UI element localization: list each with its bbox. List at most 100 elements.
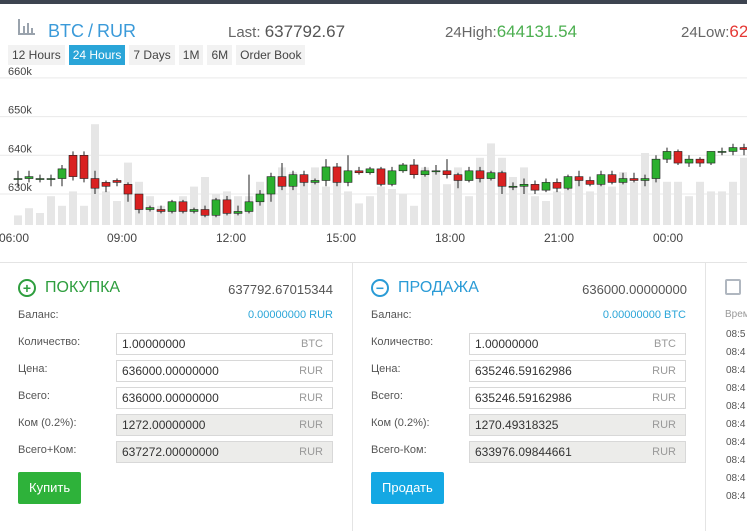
buy-total-input[interactable]: 636000.00000000 RUR — [116, 387, 333, 409]
trade-history-panel: Врем 08:5 08:4 08:4 08:4 08:4 08:4 08:4 … — [706, 262, 747, 531]
sell-panel: − ПРОДАЖА 636000.00000000 Баланс: 0.0000… — [353, 262, 706, 531]
history-time: 08:5 — [726, 329, 746, 340]
candle-down — [442, 170, 452, 175]
sell-total-fee-value: 633976.09844661 — [475, 445, 572, 459]
candle-down — [530, 184, 540, 191]
buy-fee-row: Ком (0.2%): 1272.00000000 RUR — [18, 414, 333, 436]
plus-circle-icon: + — [18, 279, 36, 297]
sell-total-fee-label: Всего-Ком: — [371, 444, 427, 456]
candle-up — [541, 182, 551, 191]
buy-best-price: 637792.67015344 — [228, 282, 333, 297]
volume-bar — [531, 196, 539, 225]
candle-down — [178, 201, 188, 212]
candle-up — [35, 178, 45, 180]
sell-total-fee-row: Всего-Ком: 633976.09844661 RUR — [371, 441, 686, 463]
buy-total-value: 636000.00000000 — [122, 391, 219, 405]
candle-down — [200, 209, 210, 216]
x-tick-label: 21:00 — [544, 231, 574, 245]
chart-bars-icon — [18, 19, 35, 35]
candlestick-chart[interactable]: 660k 650k 640k 630k 06:00 09:00 12:00 15:00 18:0… — [0, 64, 747, 249]
candle-up — [519, 184, 529, 187]
candle-up — [266, 176, 276, 195]
history-time: 08:4 — [726, 419, 746, 430]
history-time: 08:4 — [726, 455, 746, 466]
buy-panel: + ПОКУПКА 637792.67015344 Баланс: 0.0000… — [0, 262, 352, 531]
sell-total-row: Всего: 635246.59162986 RUR — [371, 387, 686, 409]
sell-total-input[interactable]: 635246.59162986 RUR — [469, 387, 686, 409]
volume-bar — [410, 205, 418, 225]
buy-fee-currency: RUR — [299, 419, 323, 431]
candle-down — [409, 164, 419, 175]
sell-balance-value[interactable]: 0.00000000 BTC — [603, 309, 686, 321]
sell-button[interactable]: Продать — [371, 472, 444, 504]
x-tick-label: 06:00 — [0, 231, 29, 245]
candle-up — [57, 168, 67, 179]
candle-up — [398, 164, 408, 172]
tab-12-hours[interactable]: 12 Hours — [8, 45, 65, 65]
candle-up — [596, 174, 606, 185]
sell-amount-input[interactable]: 1.00000000 BTC — [469, 333, 686, 355]
candle-down — [695, 158, 705, 164]
candle-up — [167, 201, 177, 212]
sell-amount-label: Количество: — [371, 336, 434, 348]
volume-bar — [487, 143, 495, 225]
buy-price-input[interactable]: 636000.00000000 RUR — [116, 360, 333, 382]
sell-price-row: Цена: 635246.59162986 RUR — [371, 360, 686, 382]
y-tick-label: 630k — [8, 182, 32, 194]
buy-amount-value: 1.00000000 — [122, 337, 186, 351]
history-list: 08:5 08:4 08:4 08:4 08:4 08:4 08:4 08:4 … — [726, 329, 745, 509]
candle-up — [233, 211, 243, 214]
history-time: 08:4 — [726, 347, 746, 358]
tab-1-month[interactable]: 1M — [178, 45, 204, 65]
sell-total-fee-field: 633976.09844661 RUR — [469, 441, 686, 463]
candle-up — [728, 147, 738, 152]
low-24h-label: 24Low: — [681, 24, 730, 41]
sell-price-currency: RUR — [652, 365, 676, 377]
sell-price-input[interactable]: 635246.59162986 RUR — [469, 360, 686, 382]
tab-7-days[interactable]: 7 Days — [129, 45, 175, 65]
ticker-header: BTC / RUR Last: 637792.67 24High:644131.54… — [0, 4, 747, 42]
y-tick-label: 640k — [8, 143, 32, 155]
low-24h-value: 62 — [729, 22, 747, 41]
volume-bar — [520, 167, 528, 225]
candle-down — [299, 174, 309, 183]
buy-button[interactable]: Купить — [18, 472, 82, 504]
candle-up — [24, 176, 34, 179]
volume-bar — [388, 189, 396, 225]
volume-bar — [630, 181, 638, 225]
tab-order-book[interactable]: Order Book — [236, 45, 306, 65]
candle-down — [453, 174, 463, 181]
volume-bar — [69, 191, 77, 225]
candle-down — [277, 176, 287, 187]
x-tick-label: 00:00 — [653, 231, 683, 245]
buy-balance-value[interactable]: 0.00000000 RUR — [248, 309, 333, 321]
buy-amount-input[interactable]: 1.00000000 BTC — [116, 333, 333, 355]
sell-total-fee-currency: RUR — [652, 446, 676, 458]
currency-pair[interactable]: BTC / RUR — [48, 21, 136, 42]
history-time: 08:4 — [726, 383, 746, 394]
volume-bar — [542, 201, 550, 225]
candle-down — [79, 155, 89, 179]
candle-down — [497, 172, 507, 187]
candle-down — [354, 170, 364, 174]
volume-bar — [322, 186, 330, 225]
x-tick-label: 15:00 — [326, 231, 356, 245]
candle-up — [706, 151, 716, 164]
price-chart[interactable]: 660k 650k 640k 630k 06:00 09:00 12:00 15:00 18:0… — [0, 64, 747, 249]
volume-bar — [707, 191, 715, 225]
tab-24-hours[interactable]: 24 Hours — [68, 45, 126, 65]
buy-title-text: ПОКУПКА — [45, 279, 121, 296]
candle-up — [640, 178, 650, 181]
low-24h: 24Low:62 — [681, 22, 747, 42]
sell-price-value: 635246.59162986 — [475, 364, 572, 378]
buy-fee-value: 1272.00000000 — [122, 418, 206, 432]
candle-up — [420, 170, 430, 175]
volume-bar — [718, 191, 726, 225]
buy-balance-label: Баланс: — [18, 309, 59, 321]
volume-bar — [465, 196, 473, 225]
sell-total-value: 635246.59162986 — [475, 391, 572, 405]
tab-6-months[interactable]: 6M — [207, 45, 233, 65]
buy-total-fee-field: 637272.00000000 RUR — [116, 441, 333, 463]
sell-balance-row: Баланс: 0.00000000 BTC — [371, 306, 686, 328]
sell-fee-value: 1270.49318325 — [475, 418, 559, 432]
